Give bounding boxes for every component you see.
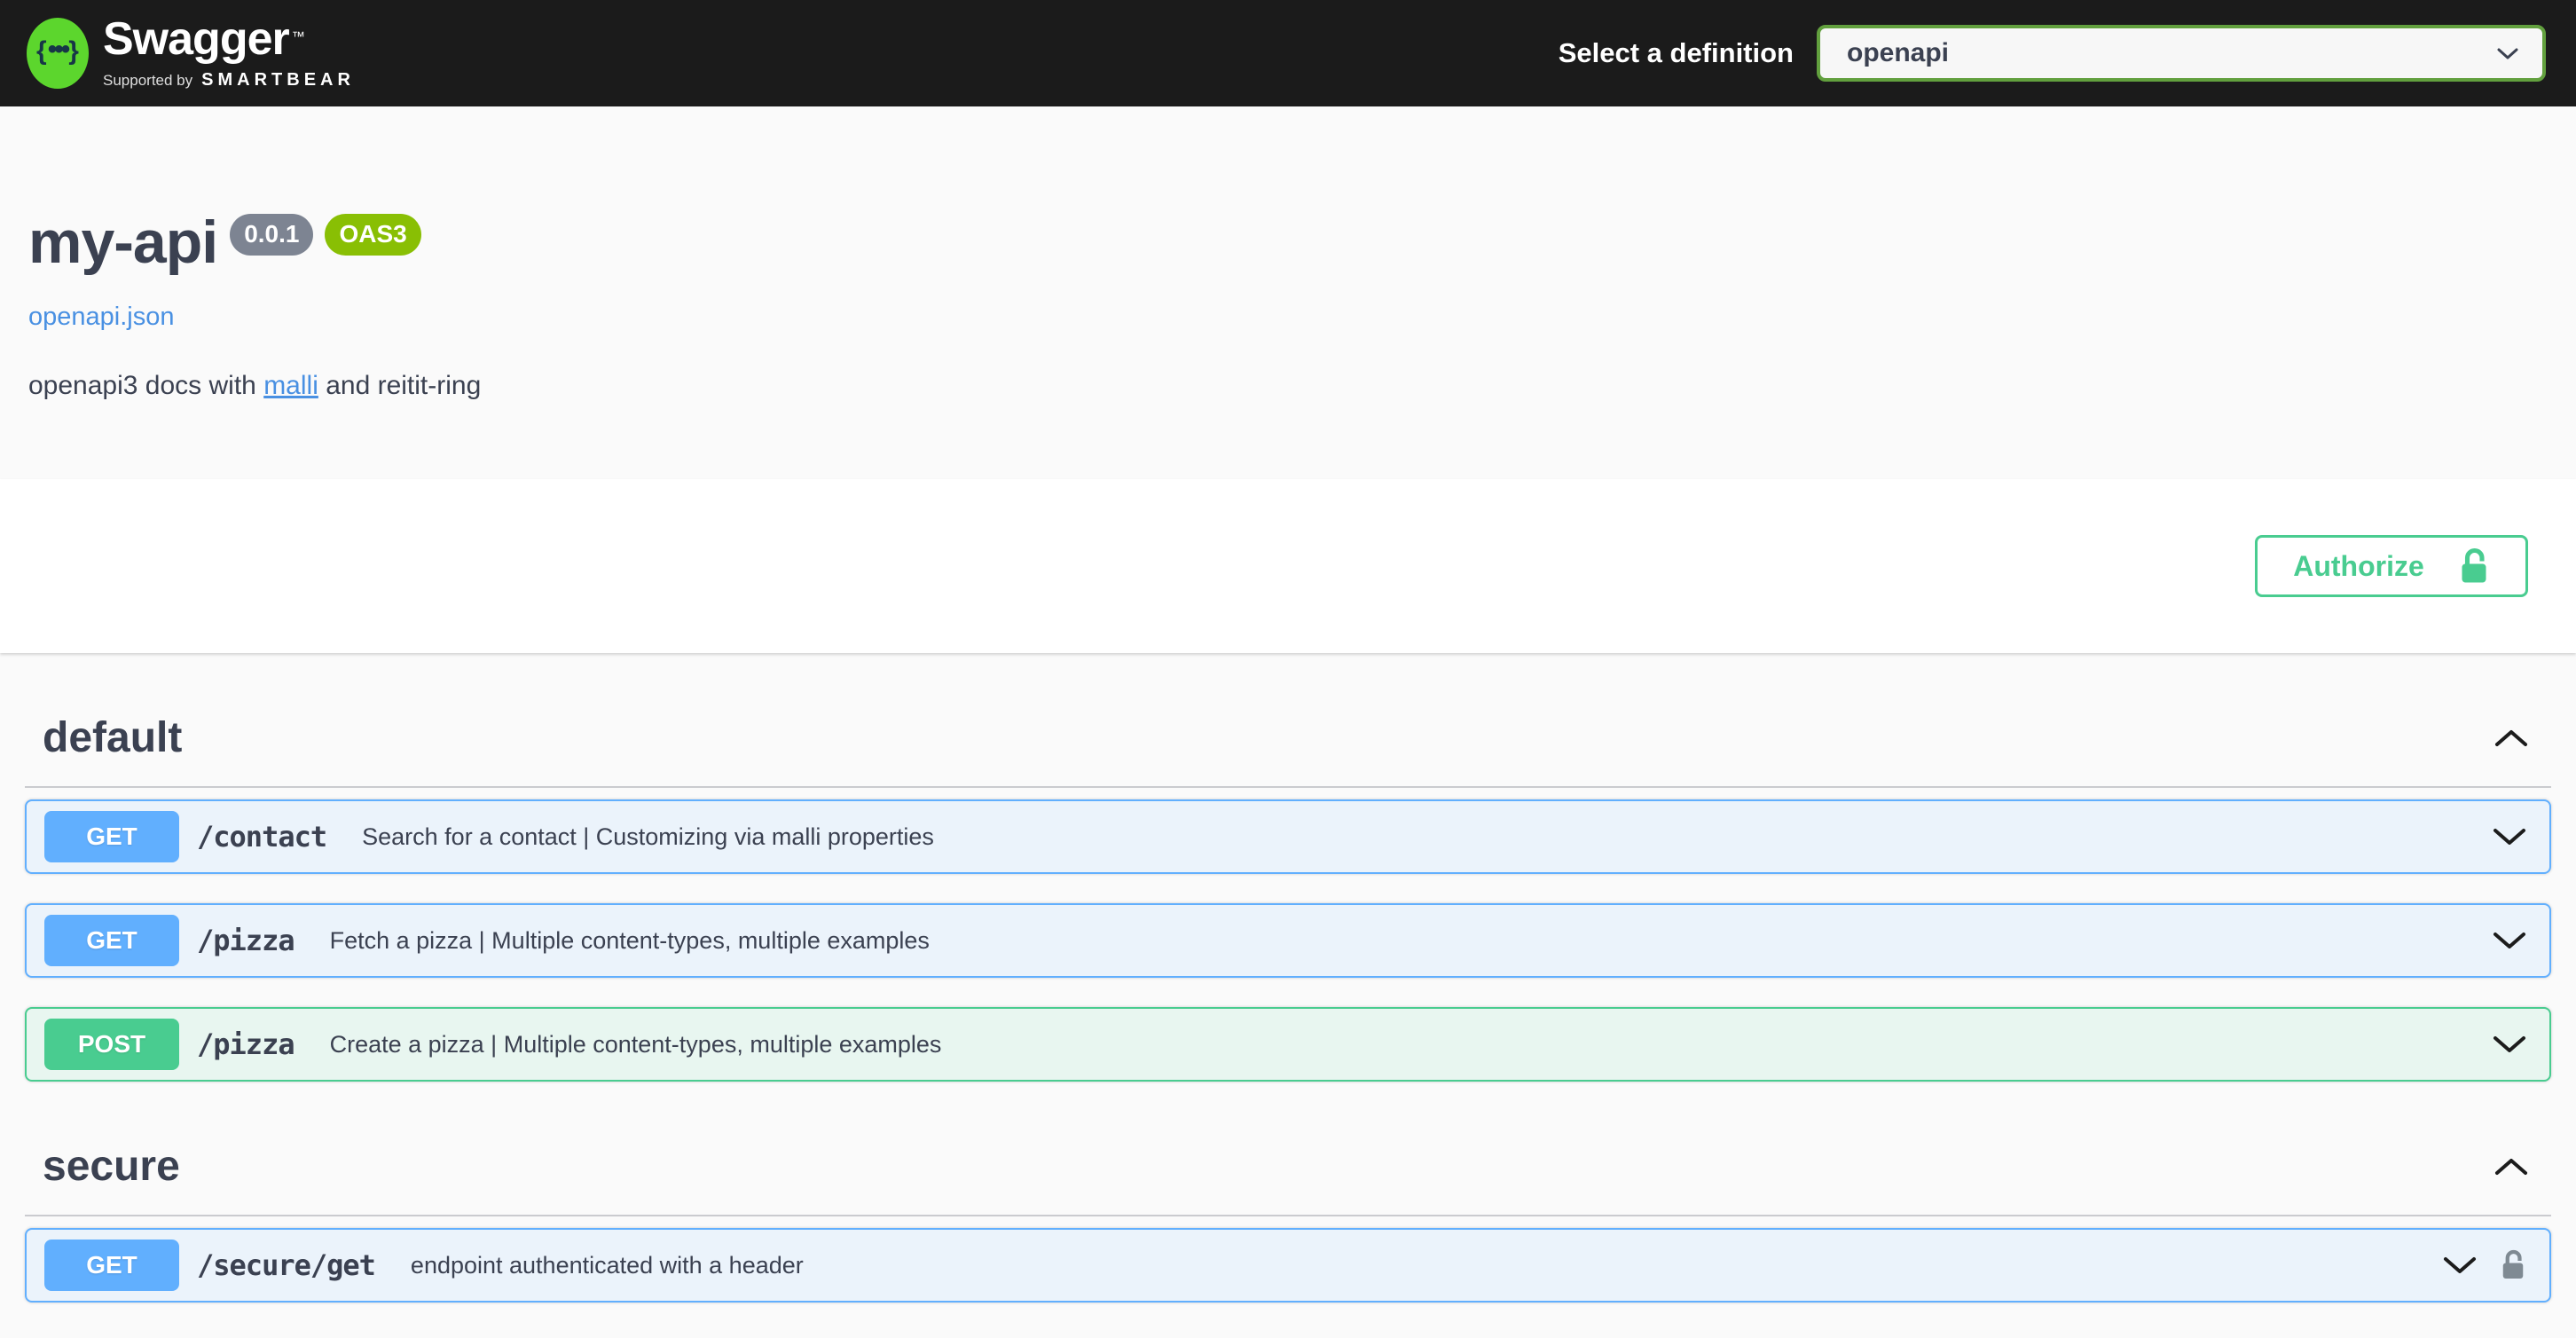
collapse-section-button[interactable] <box>2494 1158 2528 1176</box>
collapse-section-button[interactable] <box>2494 729 2528 747</box>
operation-summary: endpoint authenticated with a header <box>411 1252 804 1279</box>
expand-operation-button[interactable] <box>2443 1256 2477 1274</box>
oas3-badge: OAS3 <box>325 214 420 256</box>
operation-summary: Fetch a pizza | Multiple content-types, … <box>330 927 930 955</box>
operation-row[interactable]: GET /contact Search for a contact | Cust… <box>25 799 2551 874</box>
api-title: my-api <box>28 212 217 272</box>
method-badge: POST <box>44 1019 179 1070</box>
tag-section-secure: secure GET /secure/get endpoint authenti… <box>25 1121 2551 1303</box>
unlock-icon <box>2458 547 2490 586</box>
logo-text-wrap: Swagger™ Supported by SMARTBEAR <box>103 16 355 91</box>
operation-auth-button[interactable] <box>2500 1248 2526 1282</box>
api-title-row: my-api 0.0.1 OAS3 <box>28 212 2549 272</box>
chevron-down-icon <box>2493 932 2526 949</box>
topbar: {•••} Swagger™ Supported by SMARTBEAR Se… <box>0 0 2576 106</box>
method-badge: GET <box>44 811 179 862</box>
logo-subtitle: Supported by SMARTBEAR <box>103 70 355 91</box>
logo-wordmark: Swagger™ <box>103 16 355 62</box>
expand-operation-button[interactable] <box>2493 1035 2526 1053</box>
section-header-secure[interactable]: secure <box>25 1121 2551 1216</box>
expand-operation-button[interactable] <box>2493 828 2526 846</box>
operation-row[interactable]: GET /secure/get endpoint authenticated w… <box>25 1228 2551 1303</box>
expand-operation-button[interactable] <box>2493 932 2526 949</box>
chevron-up-icon <box>2494 729 2528 747</box>
api-info-section: my-api 0.0.1 OAS3 openapi.json openapi3 … <box>0 106 2576 479</box>
authorize-button[interactable]: Authorize <box>2255 535 2528 597</box>
trademark-symbol: ™ <box>292 29 304 44</box>
version-badge: 0.0.1 <box>230 214 313 256</box>
operation-summary: Search for a contact | Customizing via m… <box>362 823 934 851</box>
chevron-up-icon <box>2494 1158 2528 1176</box>
method-badge: GET <box>44 915 179 966</box>
chevron-down-icon <box>2493 1035 2526 1053</box>
operation-row[interactable]: GET /pizza Fetch a pizza | Multiple cont… <box>25 903 2551 978</box>
operations-wrapper: default GET /contact Search for a contac… <box>0 692 2576 1338</box>
row-icons <box>2443 1248 2532 1282</box>
definition-select[interactable]: openapi <box>1817 25 2546 82</box>
operation-path[interactable]: /secure/get <box>197 1248 375 1282</box>
chevron-down-icon <box>2443 1256 2477 1274</box>
row-icons <box>2493 1035 2532 1053</box>
section-title: secure <box>43 1145 180 1188</box>
tag-section-default: default GET /contact Search for a contac… <box>25 692 2551 1082</box>
definition-select-value: openapi <box>1847 38 1949 68</box>
method-badge: GET <box>44 1240 179 1291</box>
operation-summary: Create a pizza | Multiple content-types,… <box>330 1031 942 1059</box>
section-title: default <box>43 717 182 760</box>
api-badges: 0.0.1 OAS3 <box>230 214 421 256</box>
operation-path[interactable]: /pizza <box>197 924 295 957</box>
api-description: openapi3 docs with malli and reitit-ring <box>28 371 2549 401</box>
row-icons <box>2493 828 2532 846</box>
spec-url-link[interactable]: openapi.json <box>28 303 174 332</box>
operation-row[interactable]: POST /pizza Create a pizza | Multiple co… <box>25 1007 2551 1082</box>
chevron-down-icon <box>2496 47 2519 60</box>
malli-link[interactable]: malli <box>263 371 318 400</box>
unlock-icon <box>2500 1248 2526 1282</box>
select-definition-label: Select a definition <box>1559 37 1794 69</box>
swagger-logo-icon: {•••} <box>27 18 89 89</box>
operation-path[interactable]: /pizza <box>197 1027 295 1061</box>
operation-path[interactable]: /contact <box>197 820 326 854</box>
row-icons <box>2493 932 2532 949</box>
section-header-default[interactable]: default <box>25 692 2551 788</box>
scheme-container: Authorize <box>0 479 2576 653</box>
definition-selector: Select a definition openapi <box>1559 25 2546 82</box>
swagger-logo-link[interactable]: {•••} Swagger™ Supported by SMARTBEAR <box>27 16 355 91</box>
smartbear-brand: SMARTBEAR <box>201 70 355 91</box>
supported-by-label: Supported by <box>103 72 192 90</box>
chevron-down-icon <box>2493 828 2526 846</box>
